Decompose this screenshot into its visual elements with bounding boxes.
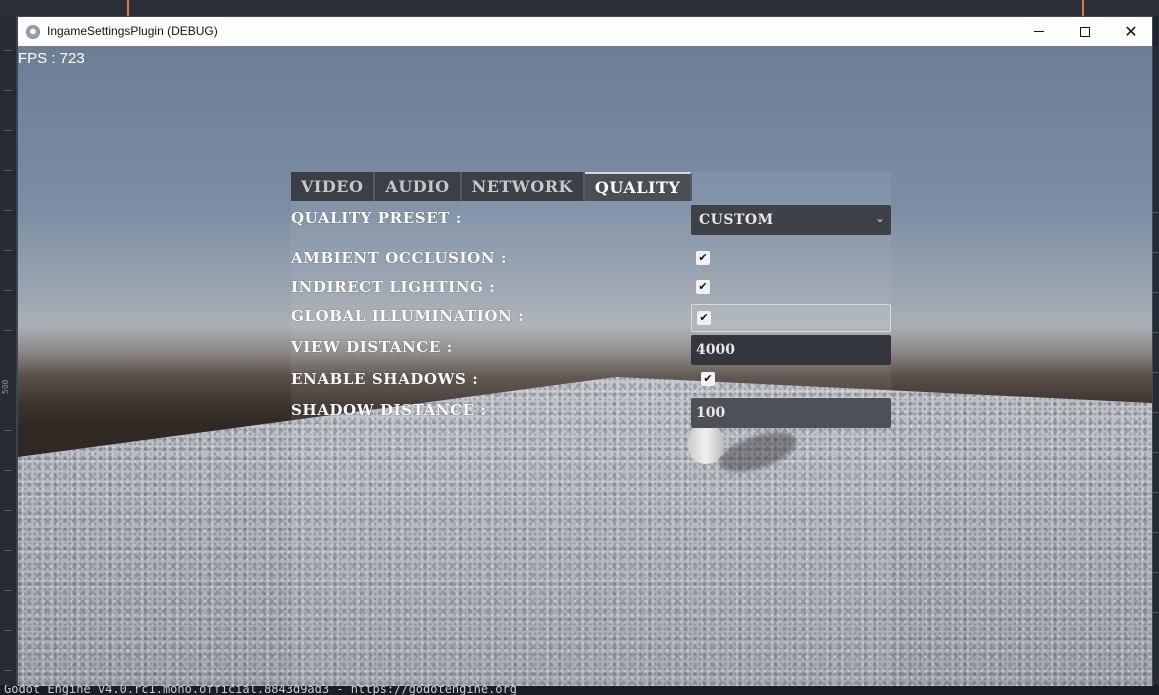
tab-network[interactable]: NETWORK — [461, 172, 585, 201]
close-button[interactable]: ✕ — [1108, 17, 1154, 46]
indirect-lighting-label: INDIRECT LIGHTING : — [291, 278, 496, 296]
shadow-distance-input[interactable]: 100 — [691, 398, 891, 428]
enable-shadows-checkbox[interactable]: ✔ — [701, 372, 715, 386]
quality-preset-label: QUALITY PRESET : — [291, 209, 462, 227]
window-titlebar[interactable]: IngameSettingsPlugin (DEBUG) ✕ — [18, 17, 1152, 46]
editor-status-bar: Godot Engine v4.0.rc1.mono.official.8843… — [0, 685, 1159, 695]
godot-app-icon — [26, 25, 40, 39]
status-text: Godot Engine v4.0.rc1.mono.official.8843… — [4, 685, 517, 695]
indirect-lighting-checkbox[interactable]: ✔ — [696, 280, 710, 294]
minimize-icon — [1034, 31, 1044, 32]
view-distance-label: VIEW DISTANCE : — [291, 338, 453, 356]
settings-tabs: VIDEO AUDIO NETWORK QUALITY — [291, 172, 693, 201]
global-illumination-label: GLOBAL ILLUMINATION : — [291, 307, 525, 325]
indirect-lighting-row: ✔ — [691, 275, 891, 301]
close-icon: ✕ — [1124, 21, 1138, 41]
tab-audio[interactable]: AUDIO — [375, 172, 462, 201]
settings-panel: VIDEO AUDIO NETWORK QUALITY QUALITY PRES… — [291, 172, 891, 686]
ruler-tick — [4, 510, 12, 511]
game-viewport[interactable]: FPS : 723 VIDEO AUDIO NETWORK QUALITY QU… — [18, 46, 1152, 686]
game-window: IngameSettingsPlugin (DEBUG) ✕ FPS : 723… — [17, 16, 1153, 686]
ruler-tick — [4, 50, 12, 51]
minimize-button[interactable] — [1016, 17, 1062, 46]
global-illumination-checkbox[interactable]: ✔ — [697, 311, 711, 325]
ruler-tick — [4, 290, 12, 291]
global-illumination-row: ✔ — [691, 304, 891, 332]
enable-shadows-row: ✔ — [691, 367, 891, 393]
ruler-label: 500 — [1, 379, 10, 394]
window-title: IngameSettingsPlugin (DEBUG) — [47, 24, 218, 38]
ruler-tick — [4, 430, 12, 431]
editor-left-ruler: 500 — [0, 16, 17, 686]
ruler-tick — [4, 210, 12, 211]
tab-video[interactable]: VIDEO — [291, 172, 376, 201]
ruler-tick — [4, 90, 12, 91]
tab-quality[interactable]: QUALITY — [584, 172, 693, 201]
view-distance-input[interactable]: 4000 — [691, 335, 891, 365]
ruler-tick — [4, 170, 12, 171]
maximize-icon — [1080, 26, 1090, 37]
ruler-marker — [1082, 0, 1084, 16]
ambient-occlusion-checkbox[interactable]: ✔ — [696, 251, 710, 265]
ambient-occlusion-row: ✔ — [691, 246, 891, 272]
editor-top-ruler — [0, 0, 1159, 16]
ruler-tick — [4, 550, 12, 551]
chevron-down-icon: ⌄ — [874, 211, 885, 225]
ruler-tick — [4, 470, 12, 471]
fps-counter: FPS : 723 — [18, 50, 85, 67]
ambient-occlusion-label: AMBIENT OCCLUSION : — [291, 249, 508, 267]
shadow-distance-label: SHADOW DISTANCE : — [291, 401, 487, 419]
ruler-tick — [4, 590, 12, 591]
enable-shadows-label: ENABLE SHADOWS : — [291, 370, 479, 388]
ruler-tick — [4, 250, 12, 251]
shadow-distance-value: 100 — [696, 405, 726, 421]
ruler-tick — [4, 630, 12, 631]
quality-preset-value: CUSTOM — [699, 212, 774, 228]
ruler-tick — [4, 330, 12, 331]
ruler-marker — [127, 0, 129, 16]
quality-preset-dropdown[interactable]: CUSTOM ⌄ — [691, 205, 891, 235]
ruler-tick — [4, 130, 12, 131]
ruler-tick — [4, 670, 12, 671]
maximize-button[interactable] — [1062, 17, 1108, 46]
view-distance-value: 4000 — [696, 342, 735, 358]
